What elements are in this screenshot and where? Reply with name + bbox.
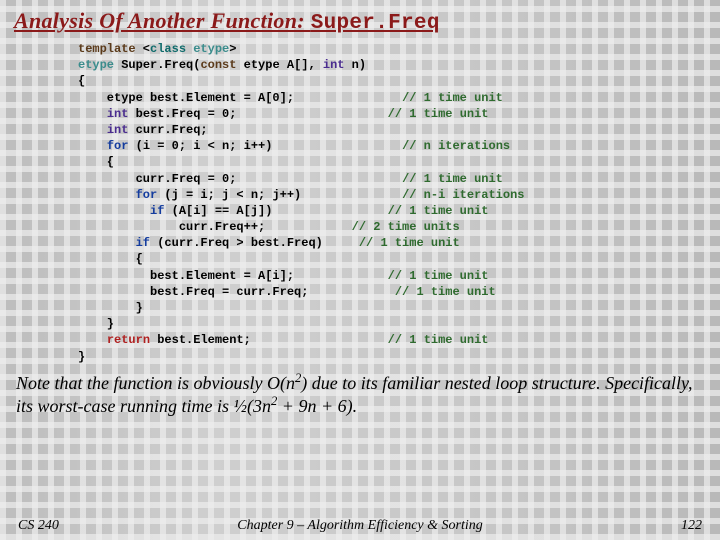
footer-right: 122: [632, 518, 702, 534]
kw-template: template: [78, 42, 136, 56]
page-title: Analysis Of Another Function: Super.Freq: [14, 8, 706, 35]
kw-etype: etype: [186, 42, 229, 56]
title-prefix: Analysis Of Another Function:: [14, 8, 311, 33]
note-text: Note that the function is obviously O(n2…: [16, 371, 698, 418]
footer: CS 240 Chapter 9 – Algorithm Efficiency …: [0, 518, 720, 534]
title-mono: Super.Freq: [311, 12, 440, 35]
footer-center: Chapter 9 – Algorithm Efficiency & Sorti…: [88, 518, 632, 534]
footer-left: CS 240: [18, 518, 88, 534]
slide-content: Analysis Of Another Function: Super.Freq…: [0, 0, 720, 540]
code-block: template <class etype> etype Super.Freq(…: [78, 41, 706, 365]
kw-class: class: [150, 42, 186, 56]
